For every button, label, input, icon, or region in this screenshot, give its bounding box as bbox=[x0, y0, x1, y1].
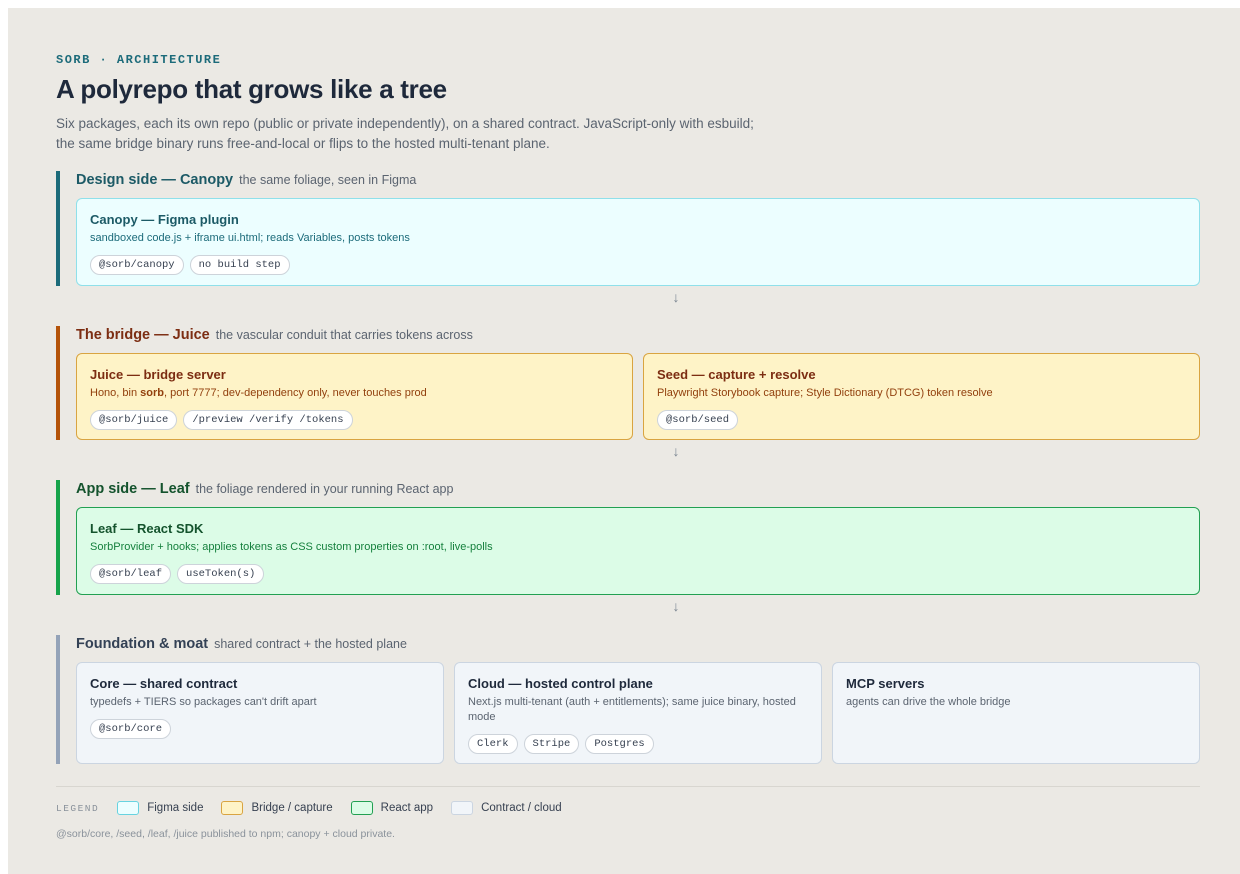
swatch bbox=[221, 801, 244, 815]
chip: /preview /verify /tokens bbox=[183, 410, 353, 430]
card-canopy: Canopy — Figma plugin sandboxed code.js … bbox=[76, 198, 1200, 286]
section-accent-bar bbox=[56, 480, 60, 595]
legend-item-label: Contract / cloud bbox=[481, 802, 562, 814]
card-title: Juice — bridge server bbox=[90, 367, 226, 382]
section-leaf: App side — Leaf the foliage rendered in y… bbox=[56, 480, 1200, 595]
chip: Stripe bbox=[523, 734, 580, 754]
card-desc: Playwright Storybook capture; Style Dict… bbox=[657, 387, 993, 399]
down-arrow-icon: ↓ bbox=[672, 598, 680, 614]
section-title: Design side — Canopy bbox=[76, 172, 234, 188]
card-mcp: MCP servers agents can drive the whole b… bbox=[832, 662, 1200, 764]
card-desc-part: Hono, bin bbox=[90, 387, 141, 399]
section-subtitle: shared contract + the hosted plane bbox=[214, 637, 407, 651]
chip: Postgres bbox=[585, 734, 654, 754]
card-desc: agents can drive the whole bridge bbox=[846, 696, 1011, 708]
card-cloud: Cloud — hosted control plane Next.js mul… bbox=[454, 662, 822, 764]
swatch bbox=[350, 801, 373, 815]
architecture-diagram: SORB · ARCHITECTURE A polyrepo that grow… bbox=[8, 8, 1240, 874]
card-title: MCP servers bbox=[846, 676, 925, 691]
page-subtitle: Six packages, each its own repo (public … bbox=[56, 116, 754, 151]
section-subtitle: the vascular conduit that carries tokens… bbox=[215, 328, 473, 342]
card-desc: Next.js multi-tenant (auth + entitlement… bbox=[468, 696, 796, 723]
section-subtitle: the foliage rendered in your running Rea… bbox=[195, 482, 454, 496]
bin-name: sorb bbox=[140, 387, 164, 399]
section-title: Foundation & moat bbox=[76, 636, 209, 652]
chip: @sorb/seed bbox=[657, 410, 739, 430]
section-title: The bridge — Juice bbox=[76, 327, 210, 343]
section-accent-bar bbox=[56, 635, 60, 764]
section-foundation: Foundation & moat shared contract + the h… bbox=[56, 635, 1200, 764]
card-desc: typedefs + TIERS so packages can't drift… bbox=[90, 696, 317, 708]
down-arrow-icon: ↓ bbox=[672, 289, 680, 305]
card-juice: Juice — bridge server Hono, bin sorb, po… bbox=[76, 353, 633, 440]
card-title: Canopy — Figma plugin bbox=[90, 212, 239, 227]
legend-label: LEGEND bbox=[56, 802, 100, 814]
card-desc: SorbProvider + hooks; applies tokens as … bbox=[90, 541, 493, 553]
legend-item-contract: Contract / cloud bbox=[451, 801, 562, 815]
card-seed: Seed — capture + resolve Playwright Stor… bbox=[643, 353, 1200, 440]
card-desc: sandboxed code.js + iframe ui.html; read… bbox=[90, 232, 410, 244]
eyebrow: SORB · ARCHITECTURE bbox=[56, 53, 222, 67]
section-juice: The bridge — Juice the vascular conduit t… bbox=[56, 326, 1200, 440]
footnote: @sorb/core, /seed, /leaf, /juice publish… bbox=[56, 828, 395, 840]
chip: @sorb/juice bbox=[90, 410, 178, 430]
card-desc: Hono, bin sorb, port 7777; dev-dependenc… bbox=[90, 386, 619, 401]
section-title: App side — Leaf bbox=[76, 481, 190, 497]
swatch bbox=[117, 801, 140, 815]
card-title: Leaf — React SDK bbox=[90, 521, 204, 536]
section-accent-bar bbox=[56, 326, 60, 440]
card-core: Core — shared contract typedefs + TIERS … bbox=[76, 662, 444, 764]
legend-item-bridge: Bridge / capture bbox=[221, 801, 333, 815]
section-canopy: Design side — Canopy the same foliage, se… bbox=[56, 171, 1200, 286]
card-desc-part: , port 7777; dev-dependency only, never … bbox=[164, 387, 427, 399]
page-title: A polyrepo that grows like a tree bbox=[56, 74, 447, 104]
card-title: Cloud — hosted control plane bbox=[468, 676, 653, 691]
legend-item-figma: Figma side bbox=[117, 801, 203, 815]
down-arrow-icon: ↓ bbox=[672, 443, 680, 459]
chip: @sorb/core bbox=[90, 719, 172, 739]
legend: LEGEND Figma side Bridge / capture React… bbox=[56, 801, 580, 815]
chip: @sorb/canopy bbox=[90, 255, 184, 275]
section-subtitle: the same foliage, seen in Figma bbox=[239, 173, 417, 187]
card-title: Seed — capture + resolve bbox=[657, 367, 816, 382]
legend-item-label: Figma side bbox=[147, 802, 204, 814]
legend-item-label: Bridge / capture bbox=[251, 802, 333, 814]
swatch bbox=[451, 801, 474, 815]
chip: useToken(s) bbox=[177, 564, 265, 584]
chip: @sorb/leaf bbox=[90, 564, 172, 584]
divider bbox=[56, 786, 1200, 787]
chip: no build step bbox=[189, 255, 290, 275]
legend-item-react: React app bbox=[350, 801, 434, 815]
card-title: Core — shared contract bbox=[90, 676, 238, 691]
card-leaf: Leaf — React SDK SorbProvider + hooks; a… bbox=[76, 507, 1200, 595]
chip: Clerk bbox=[468, 734, 518, 754]
section-accent-bar bbox=[56, 171, 60, 286]
legend-item-label: React app bbox=[380, 802, 434, 814]
